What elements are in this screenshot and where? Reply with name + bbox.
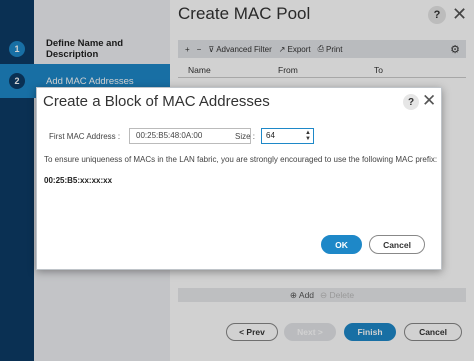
close-icon[interactable]: ✕ — [422, 91, 436, 111]
first-mac-address-input[interactable]: 00:25:B5:48:0A:00 — [129, 128, 251, 144]
create-mac-block-dialog: Create a Block of MAC Addresses ? ✕ Firs… — [36, 87, 442, 270]
size-label: Size : — [235, 132, 256, 141]
size-value: 64 — [266, 131, 275, 140]
first-mac-address-label: First MAC Address : — [49, 132, 121, 141]
size-stepper[interactable]: 64 ▲ ▼ — [261, 128, 314, 144]
mac-prefix: 00:25:B5:xx:xx:xx — [44, 176, 113, 185]
cancel-button[interactable]: Cancel — [369, 235, 425, 254]
help-icon[interactable]: ? — [403, 94, 419, 110]
uniqueness-note: To ensure uniqueness of MACs in the LAN … — [44, 155, 438, 164]
stepper-arrows-icon[interactable]: ▲ ▼ — [305, 130, 311, 142]
ok-button[interactable]: OK — [321, 235, 362, 254]
dialog-title: Create a Block of MAC Addresses — [43, 93, 270, 110]
